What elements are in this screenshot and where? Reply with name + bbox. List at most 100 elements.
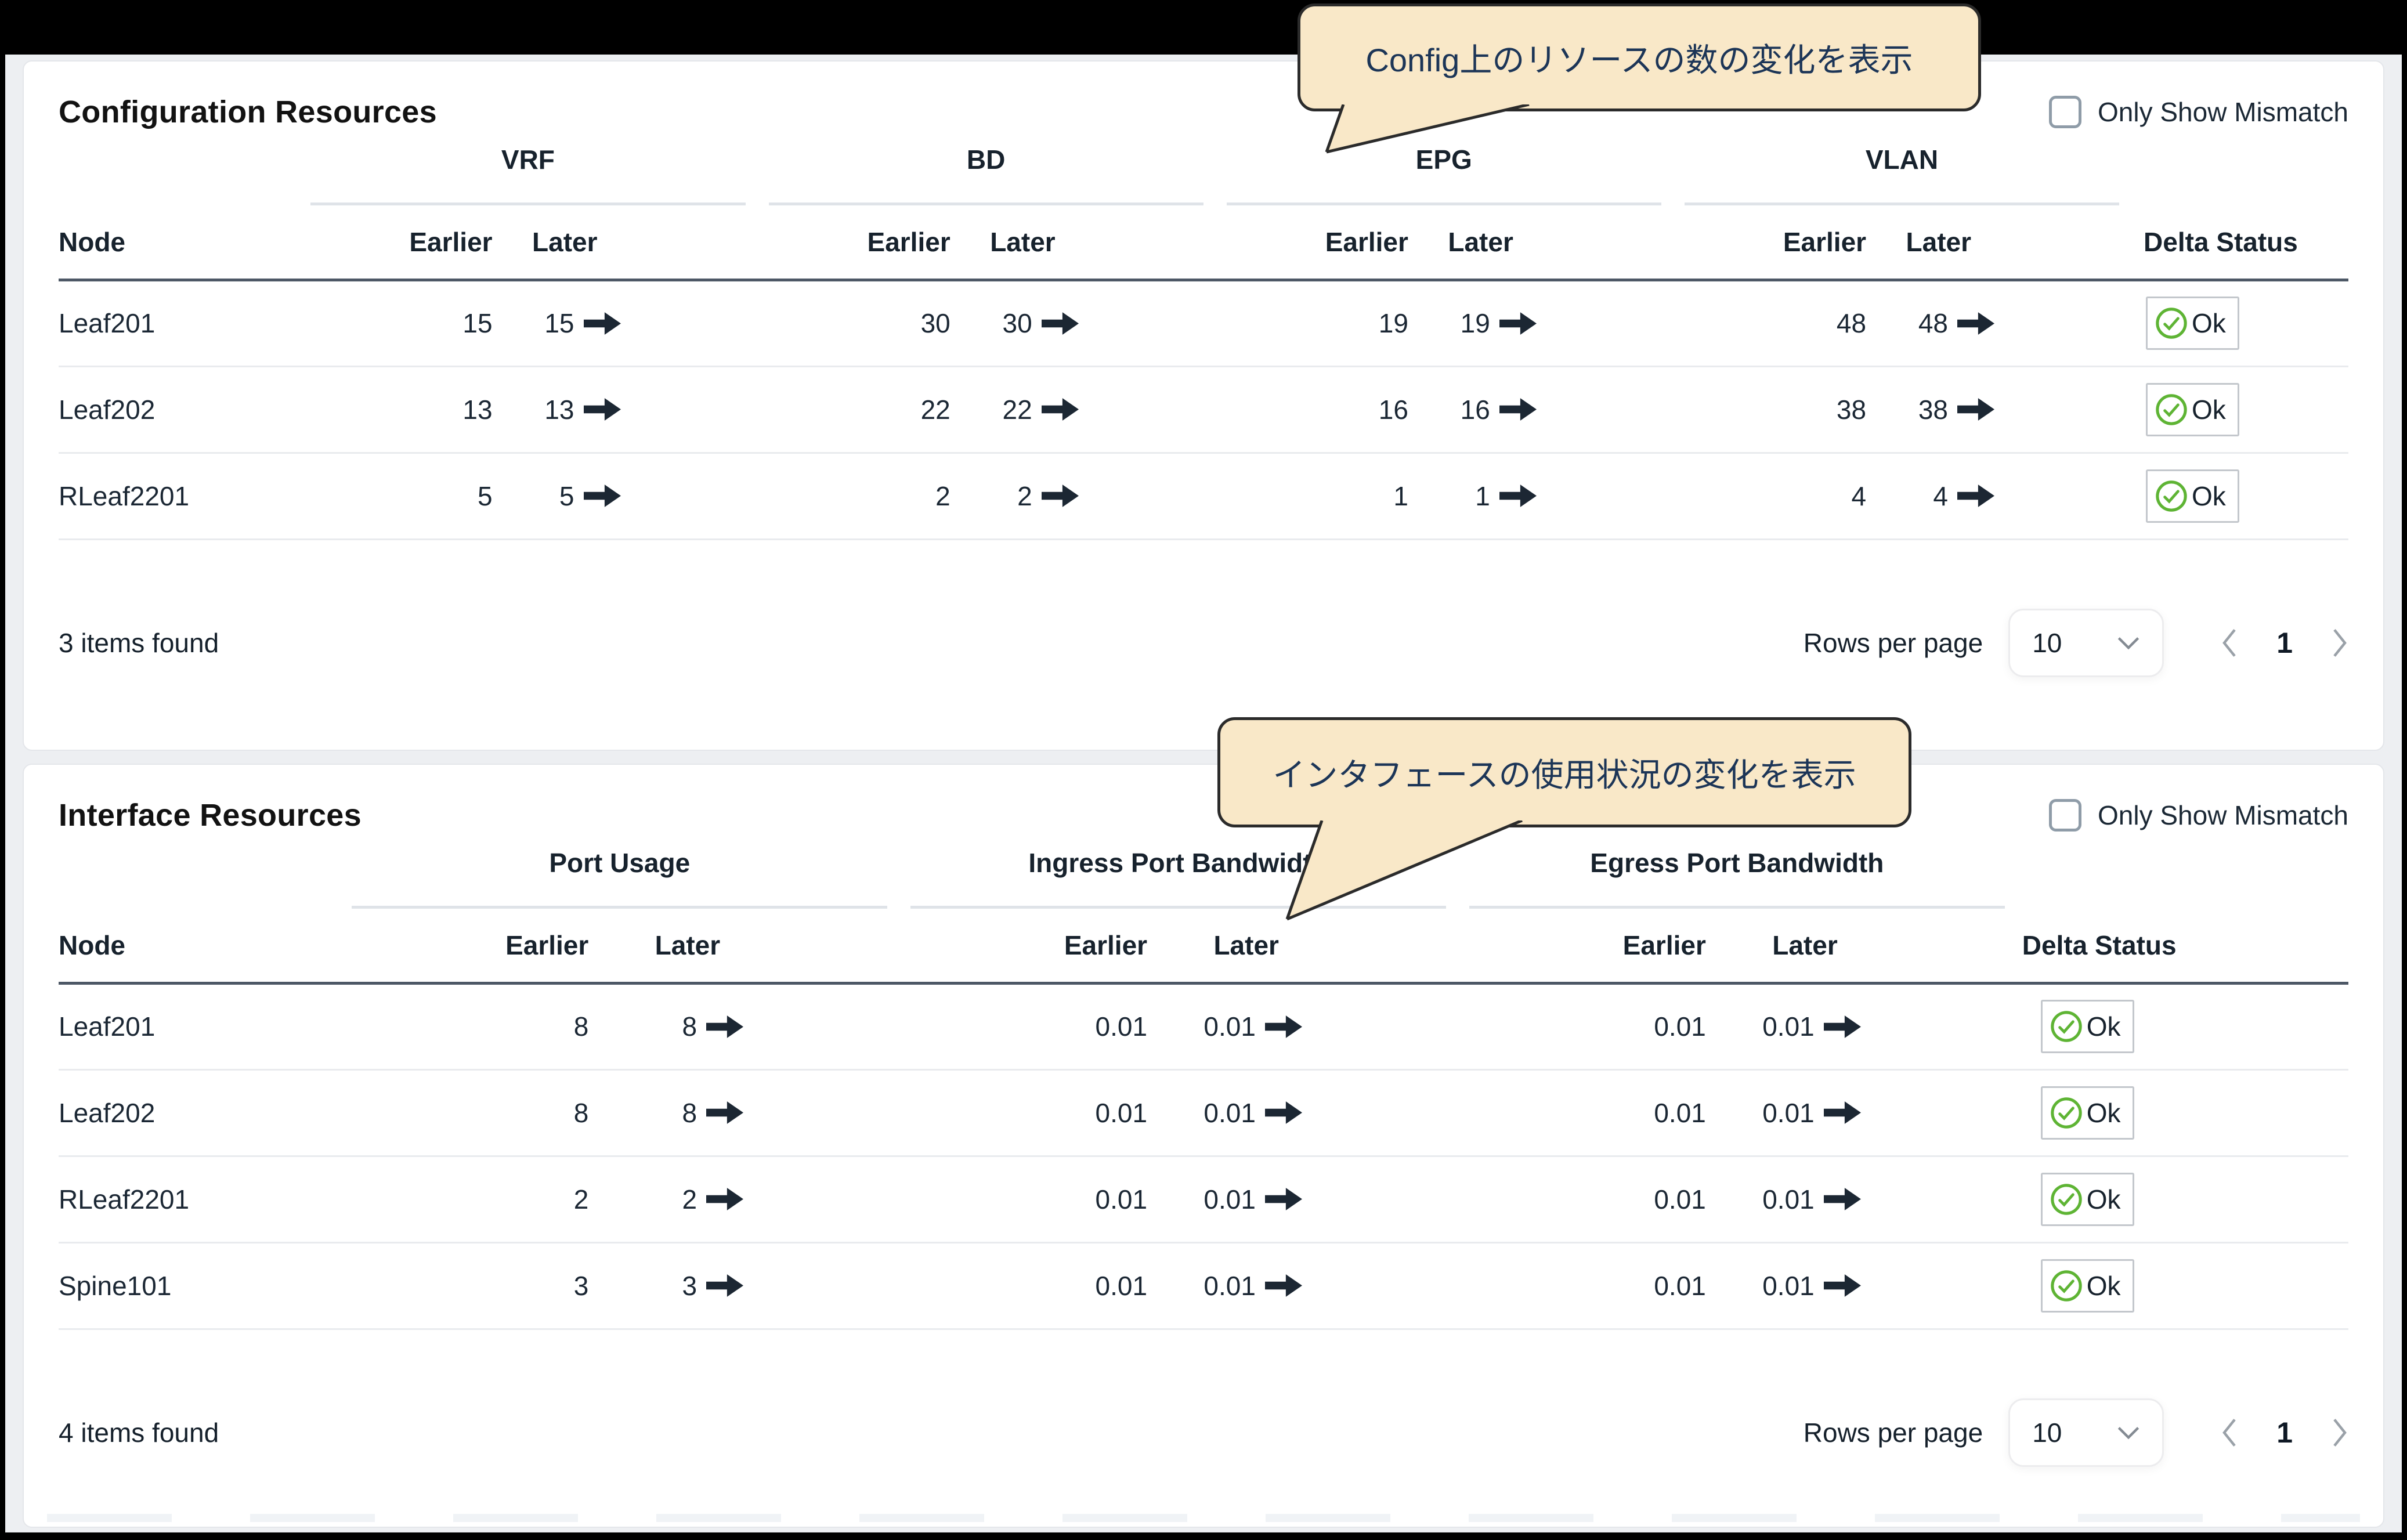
check-circle-icon <box>2051 1011 2082 1042</box>
arrow-right-icon <box>1823 1188 1861 1210</box>
current-page-number[interactable]: 1 <box>2276 1416 2293 1449</box>
check-circle-icon <box>2156 308 2187 339</box>
configuration-resources-card: Configuration Resources Only Show Mismat… <box>23 60 2384 751</box>
check-circle-icon <box>2051 1183 2082 1215</box>
delta-status-badge: Ok <box>2146 382 2239 436</box>
delta-status-text: Ok <box>2086 1184 2121 1214</box>
tooltip-config-text: Config上のリソースの数の変化を表示 <box>1365 41 1913 78</box>
later-value: 22 <box>958 366 1215 454</box>
group-label: EPG <box>1415 144 1472 175</box>
later-number: 8 <box>682 1097 697 1128</box>
only-show-mismatch-checkbox[interactable] <box>2048 96 2081 128</box>
next-page-icon[interactable] <box>2331 1417 2348 1448</box>
later-value: 0.01 <box>1714 1156 2016 1243</box>
later-column-header: Later <box>1874 205 2131 281</box>
previous-page-icon[interactable] <box>2221 1417 2238 1448</box>
tooltip-interface-text: インタフェースの使用状況の変化を表示 <box>1273 756 1856 793</box>
earlier-value: 0.01 <box>899 1069 1156 1157</box>
earlier-column-header: Earlier <box>1672 205 1875 281</box>
next-page-icon[interactable] <box>2331 627 2348 659</box>
rows-per-page-label: Rows per page <box>1803 1417 1983 1448</box>
earlier-column-header: Earlier <box>299 205 501 281</box>
group-header-row: Port Usage Ingress Port Bandwidth Egress P… <box>59 841 2348 909</box>
arrow-right-icon <box>583 485 621 507</box>
arrow-right-icon <box>1823 1274 1861 1297</box>
later-number: 0.01 <box>1204 1270 1256 1301</box>
earlier-value: 8 <box>340 1069 597 1157</box>
earlier-value: 3 <box>340 1242 597 1330</box>
group-header-0: VRF <box>299 138 757 205</box>
earlier-value: 0.01 <box>899 983 1156 1071</box>
later-number: 5 <box>559 480 574 511</box>
later-column-header: Later <box>1416 205 1673 281</box>
later-value: 0.01 <box>1155 1069 1458 1157</box>
node-cell: RLeaf2201 <box>59 1156 341 1243</box>
earlier-value: 0.01 <box>1457 1069 1714 1157</box>
only-show-mismatch-control[interactable]: Only Show Mismatch <box>2048 799 2348 832</box>
node-cell: Leaf201 <box>59 983 341 1071</box>
rows-per-page-select[interactable]: 10 <box>2008 608 2164 677</box>
page-title: Interface Resources <box>59 798 362 833</box>
delta-status-cell: Ok <box>2131 453 2348 540</box>
delta-status-text: Ok <box>2192 394 2226 425</box>
arrow-right-icon <box>1264 1015 1302 1038</box>
later-number: 48 <box>1918 308 1949 338</box>
earlier-value: 2 <box>757 453 959 540</box>
earlier-value: 0.01 <box>1457 983 1714 1071</box>
earlier-value: 22 <box>757 366 959 454</box>
delta-status-badge: Ok <box>2040 1259 2134 1313</box>
table-row: Leaf202 13 13 22 22 16 16 38 38 Ok <box>59 366 2348 454</box>
arrow-right-icon <box>1499 485 1537 507</box>
arrow-right-icon <box>1041 398 1079 421</box>
delta-status-cell: Ok <box>2016 1069 2348 1157</box>
later-value: 38 <box>1874 366 2131 454</box>
later-value: 0.01 <box>1714 1069 2016 1157</box>
later-number: 2 <box>1017 480 1032 511</box>
later-value: 0.01 <box>1155 1242 1458 1330</box>
group-label: Egress Port Bandwidth <box>1590 848 1884 878</box>
current-page-number[interactable]: 1 <box>2276 626 2293 660</box>
earlier-column-header: Earlier <box>1457 909 1714 985</box>
arrow-right-icon <box>1499 312 1537 335</box>
rows-per-page-select[interactable]: 10 <box>2008 1398 2164 1467</box>
node-cell: Leaf201 <box>59 280 299 367</box>
page-background: Configuration Resources Only Show Mismat… <box>5 55 2402 1532</box>
only-show-mismatch-label: Only Show Mismatch <box>2097 800 2348 830</box>
arrow-right-icon <box>1264 1101 1302 1124</box>
later-number: 16 <box>1460 394 1490 425</box>
later-value: 15 <box>500 280 757 367</box>
earlier-value: 5 <box>299 453 501 540</box>
check-circle-icon <box>2051 1270 2082 1302</box>
arrow-right-icon <box>706 1101 744 1124</box>
table-row: RLeaf2201 5 5 2 2 1 1 4 4 Ok <box>59 453 2348 540</box>
table-row: Leaf201 15 15 30 30 19 19 48 48 Ok <box>59 280 2348 367</box>
later-number: 0.01 <box>1204 1184 1256 1214</box>
delta-status-cell: Ok <box>2016 1156 2348 1243</box>
table-footer: 4 items found Rows per page 10 1 <box>24 1398 2383 1467</box>
delta-status-text: Ok <box>2192 308 2226 338</box>
later-value: 4 <box>1874 453 2131 540</box>
delta-status-text: Ok <box>2086 1011 2121 1042</box>
pagination-controls: Rows per page 10 1 <box>1804 608 2348 677</box>
earlier-value: 30 <box>757 280 959 367</box>
earlier-column-header: Earlier <box>899 909 1156 985</box>
previous-page-icon[interactable] <box>2221 627 2238 659</box>
arrow-right-icon <box>706 1015 744 1038</box>
later-value: 2 <box>597 1156 899 1243</box>
node-column-header: Node <box>59 909 341 985</box>
delta-status-column-header: Delta Status <box>2131 205 2348 281</box>
later-value: 8 <box>597 983 899 1071</box>
table-row: Leaf202 8 8 0.01 0.01 0.01 0.01 Ok <box>59 1069 2348 1157</box>
later-number: 1 <box>1475 480 1490 511</box>
earlier-value: 0.01 <box>899 1242 1156 1330</box>
check-circle-icon <box>2051 1097 2082 1129</box>
only-show-mismatch-checkbox[interactable] <box>2048 799 2081 832</box>
earlier-value: 0.01 <box>1457 1242 1714 1330</box>
node-cell: Spine101 <box>59 1242 341 1330</box>
interface-resources-table: Port Usage Ingress Port Bandwidth Egress P… <box>59 841 2348 1330</box>
check-circle-icon <box>2156 393 2187 425</box>
earlier-value: 0.01 <box>1457 1156 1714 1243</box>
only-show-mismatch-control[interactable]: Only Show Mismatch <box>2048 96 2348 128</box>
later-column-header: Later <box>597 909 899 985</box>
later-number: 0.01 <box>1762 1011 1815 1042</box>
